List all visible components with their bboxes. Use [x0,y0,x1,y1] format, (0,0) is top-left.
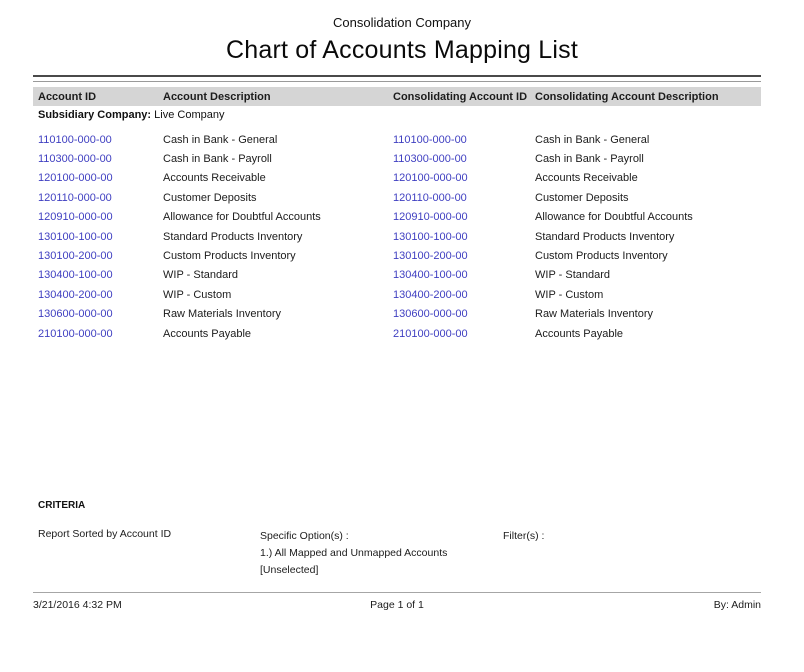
consolidating-account-description: Customer Deposits [535,192,761,204]
company-name: Consolidation Company [0,15,804,30]
consolidating-account-description: WIP - Custom [535,289,761,301]
report-author: By: Admin [714,599,761,611]
table-row: 110100-000-00Cash in Bank - General11010… [33,130,761,149]
consolidating-account-id-link[interactable]: 120910-000-00 [393,211,535,223]
footer-divider [33,592,761,593]
criteria-filters: Filter(s) : [503,528,756,579]
criteria-specific-options: Specific Option(s) : 1.) All Mapped and … [260,528,503,579]
subsidiary-company-group-header: Subsidiary Company: Live Company [38,109,224,121]
account-id-link[interactable]: 130400-200-00 [38,289,163,301]
column-header-consolidating-account-description: Consolidating Account Description [535,91,761,103]
account-id-link[interactable]: 130100-200-00 [38,250,163,262]
specific-options-label: Specific Option(s) : [260,528,503,545]
consolidating-account-id-link[interactable]: 110100-000-00 [393,134,535,146]
account-description: Accounts Payable [163,328,393,340]
table-row: 130600-000-00Raw Materials Inventory1306… [33,305,761,324]
consolidating-account-description: WIP - Standard [535,269,761,281]
account-id-link[interactable]: 120100-000-00 [38,172,163,184]
consolidating-account-description: Custom Products Inventory [535,250,761,262]
table-header-row: Account ID Account Description Consolida… [33,87,761,106]
account-description: WIP - Custom [163,289,393,301]
consolidating-account-description: Standard Products Inventory [535,231,761,243]
column-header-account-id: Account ID [38,91,163,103]
specific-option-1: 1.) All Mapped and Unmapped Accounts [260,545,503,562]
consolidating-account-id-link[interactable]: 130400-100-00 [393,269,535,281]
account-id-link[interactable]: 130100-100-00 [38,231,163,243]
criteria-sorted-by: Report Sorted by Account ID [38,528,260,579]
table-row: 130100-100-00Standard Products Inventory… [33,227,761,246]
column-header-consolidating-account-id: Consolidating Account ID [393,91,535,103]
table-row: 210100-000-00Accounts Payable210100-000-… [33,324,761,343]
consolidating-account-description: Accounts Payable [535,328,761,340]
subsidiary-company-name: Live Company [154,109,224,121]
consolidating-account-id-link[interactable]: 210100-000-00 [393,328,535,340]
consolidating-account-description: Accounts Receivable [535,172,761,184]
page-title: Chart of Accounts Mapping List [0,36,804,65]
column-header-account-description: Account Description [163,91,393,103]
account-id-link[interactable]: 110300-000-00 [38,153,163,165]
consolidating-account-id-link[interactable]: 130100-200-00 [393,250,535,262]
footer: Page 1 of 1 3/21/2016 4:32 PM By: Admin [33,599,761,611]
account-id-link[interactable]: 130600-000-00 [38,308,163,320]
table-row: 120110-000-00Customer Deposits120110-000… [33,188,761,207]
account-id-link[interactable]: 120110-000-00 [38,192,163,204]
account-description: Standard Products Inventory [163,231,393,243]
header-divider-thick [33,75,761,77]
subsidiary-company-label: Subsidiary Company: [38,109,151,121]
account-id-link[interactable]: 120910-000-00 [38,211,163,223]
consolidating-account-description: Allowance for Doubtful Accounts [535,211,761,223]
consolidating-account-id-link[interactable]: 110300-000-00 [393,153,535,165]
account-description: Raw Materials Inventory [163,308,393,320]
table-row: 130100-200-00Custom Products Inventory13… [33,246,761,265]
consolidating-account-description: Cash in Bank - Payroll [535,153,761,165]
table-row: 130400-200-00WIP - Custom130400-200-00WI… [33,285,761,304]
account-description: Cash in Bank - General [163,134,393,146]
account-description: Accounts Receivable [163,172,393,184]
table-row: 120910-000-00Allowance for Doubtful Acco… [33,208,761,227]
filters-label: Filter(s) : [503,528,756,545]
consolidating-account-id-link[interactable]: 120100-000-00 [393,172,535,184]
report-datetime: 3/21/2016 4:32 PM [33,599,122,611]
table-row: 130400-100-00WIP - Standard130400-100-00… [33,266,761,285]
account-description: WIP - Standard [163,269,393,281]
account-description: Custom Products Inventory [163,250,393,262]
consolidating-account-id-link[interactable]: 130600-000-00 [393,308,535,320]
consolidating-account-id-link[interactable]: 130400-200-00 [393,289,535,301]
criteria-heading: CRITERIA [38,500,85,511]
criteria-section: Report Sorted by Account ID Specific Opt… [33,528,761,579]
account-description: Cash in Bank - Payroll [163,153,393,165]
header-divider-thin [33,81,761,82]
account-description: Allowance for Doubtful Accounts [163,211,393,223]
consolidating-account-id-link[interactable]: 120110-000-00 [393,192,535,204]
consolidating-account-description: Cash in Bank - General [535,134,761,146]
table-row: 110300-000-00Cash in Bank - Payroll11030… [33,149,761,168]
specific-option-2: [Unselected] [260,562,503,579]
account-id-link[interactable]: 210100-000-00 [38,328,163,340]
account-id-link[interactable]: 130400-100-00 [38,269,163,281]
page-number: Page 1 of 1 [33,599,761,611]
account-description: Customer Deposits [163,192,393,204]
table-body: 110100-000-00Cash in Bank - General11010… [33,130,761,343]
account-id-link[interactable]: 110100-000-00 [38,134,163,146]
consolidating-account-id-link[interactable]: 130100-100-00 [393,231,535,243]
table-row: 120100-000-00Accounts Receivable120100-0… [33,169,761,188]
consolidating-account-description: Raw Materials Inventory [535,308,761,320]
